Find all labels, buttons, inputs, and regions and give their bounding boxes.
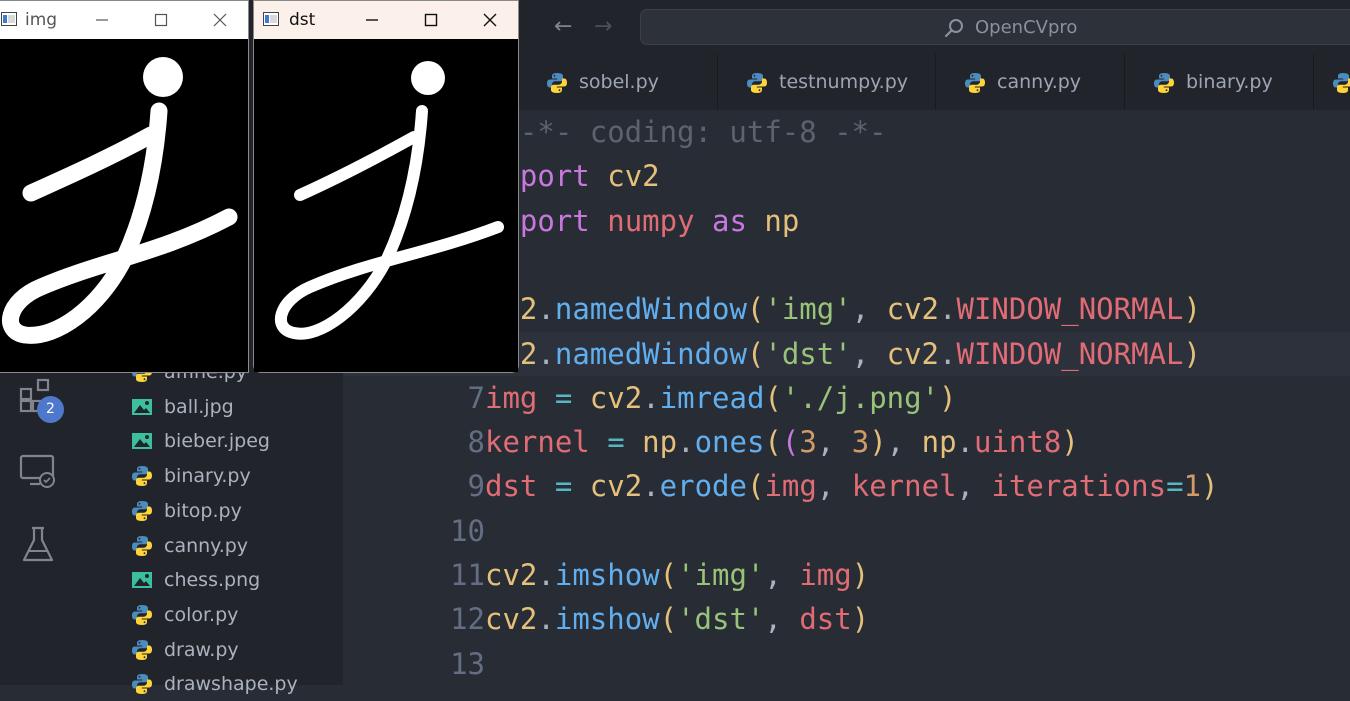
code-line[interactable]: 13 — [343, 642, 1350, 686]
maximize-icon[interactable] — [146, 7, 176, 33]
python-file-icon — [1333, 73, 1350, 93]
file-name: drawshape.py — [164, 673, 298, 696]
arrow-right-icon[interactable]: → — [594, 14, 612, 40]
python-file-icon — [747, 73, 767, 93]
line-number: 9 — [467, 469, 485, 504]
file-name: draw.py — [164, 638, 239, 661]
flask-icon[interactable] — [18, 525, 58, 565]
opencv-window-img[interactable]: img — [0, 0, 249, 373]
python-file-icon — [132, 604, 152, 625]
tab-label: canny.py — [997, 71, 1082, 93]
tab-canny[interactable]: canny.py — [936, 54, 1125, 110]
file-name: color.py — [164, 603, 239, 626]
file-name: bitop.py — [164, 499, 242, 522]
code-line[interactable]: 9 dst = cv2.erode(img, kernel, iterations… — [343, 464, 1350, 508]
maximize-icon[interactable] — [416, 7, 446, 33]
file-name: binary.py — [164, 465, 251, 488]
command-center[interactable]: OpenCVpro — [640, 9, 1350, 45]
extensions-badge: 2 — [37, 396, 64, 423]
file-name: canny.py — [164, 534, 249, 557]
image-file-icon — [132, 433, 152, 450]
letter-j-image — [2, 57, 238, 344]
line-number: 12 — [450, 602, 485, 637]
letter-j-image — [274, 61, 504, 340]
python-file-icon — [132, 674, 152, 695]
minimize-icon[interactable] — [87, 7, 117, 33]
code-line[interactable]: 7 img = cv2.imread('./j.png') — [343, 376, 1350, 420]
window-title: dst — [289, 10, 316, 30]
code-line[interactable]: 10 — [343, 509, 1350, 553]
code-text: kernel = np.ones((3, 3), np.uint8) — [485, 425, 1079, 460]
code-line[interactable]: 8 kernel = np.ones((3, 3), np.uint8) — [343, 420, 1350, 464]
window-title-bar[interactable]: img — [0, 1, 248, 39]
python-file-icon — [132, 639, 152, 660]
close-icon[interactable] — [205, 7, 235, 33]
tab-overflow[interactable] — [1314, 54, 1350, 110]
python-file-icon — [1154, 73, 1174, 93]
tab-label: sobel.py — [579, 71, 659, 93]
opencv-window-dst[interactable]: dst — [253, 0, 519, 373]
tab-label: testnumpy.py — [779, 71, 909, 93]
code-text: import numpy as np — [485, 203, 800, 238]
code-line[interactable]: 11 cv2.imshow('img', img) — [343, 553, 1350, 597]
image-file-icon — [132, 572, 152, 589]
file-name: chess.png — [164, 569, 261, 592]
code-line[interactable]: 12 cv2.imshow('dst', dst) — [343, 597, 1350, 641]
code-text: cv2.imshow('dst', dst) — [485, 602, 870, 637]
line-number: 8 — [467, 425, 485, 460]
line-number: 10 — [450, 513, 485, 548]
minimize-icon[interactable] — [357, 7, 387, 33]
code-text: img = cv2.imread('./j.png') — [485, 380, 957, 415]
window-app-icon — [263, 12, 279, 26]
line-number: 7 — [467, 380, 485, 415]
python-file-icon — [132, 535, 152, 556]
window-title: img — [25, 10, 58, 30]
code-text: cv2.imshow('img', img) — [485, 558, 870, 592]
close-icon[interactable] — [475, 7, 505, 33]
line-number: 13 — [450, 646, 485, 681]
arrow-left-icon[interactable]: ← — [554, 14, 572, 40]
remote-explorer-icon[interactable] — [18, 450, 58, 490]
python-file-icon — [965, 73, 985, 93]
code-text: cv2.namedWindow('img', cv2.WINDOW_NORMAL… — [485, 292, 1201, 327]
code-text: # -*- coding: utf-8 -*- — [485, 115, 887, 149]
file-name: ball.jpg — [164, 395, 234, 418]
image-view — [254, 39, 518, 372]
tab-sobel[interactable]: sobel.py — [518, 54, 718, 110]
code-text: cv2.namedWindow('dst', cv2.WINDOW_NORMAL… — [485, 336, 1201, 371]
python-file-icon — [132, 500, 152, 521]
window-title-bar[interactable]: dst — [254, 1, 518, 39]
python-file-icon — [547, 73, 567, 93]
window-app-icon — [1, 12, 17, 26]
search-icon — [944, 19, 963, 38]
python-file-icon — [132, 466, 152, 487]
code-text: dst = cv2.erode(img, kernel, iterations=… — [485, 469, 1219, 504]
tab-label: binary.py — [1186, 71, 1273, 93]
tab-testnumpy[interactable]: testnumpy.py — [718, 54, 936, 110]
file-name: bieber.jpeg — [164, 430, 270, 453]
tab-binary[interactable]: binary.py — [1125, 54, 1314, 110]
workspace-title: OpenCVpro — [975, 17, 1078, 38]
image-file-icon — [132, 398, 152, 415]
image-view — [0, 39, 248, 372]
line-number: 11 — [450, 558, 485, 592]
